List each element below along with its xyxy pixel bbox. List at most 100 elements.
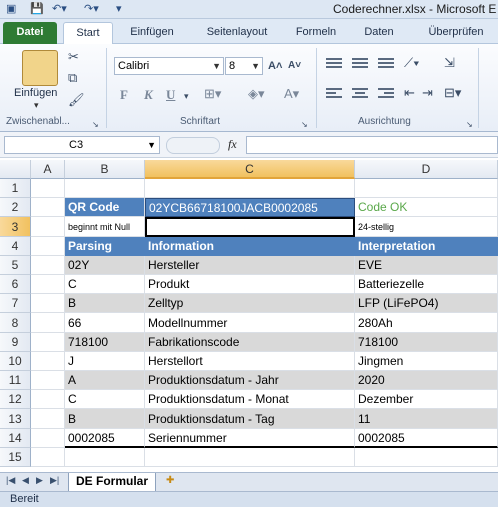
cell-b15[interactable] xyxy=(65,448,145,467)
cell-c15[interactable] xyxy=(145,448,355,467)
grow-font-icon[interactable]: A˄ xyxy=(268,59,282,73)
font-launcher-icon[interactable]: ↘ xyxy=(301,118,308,132)
select-all-corner[interactable] xyxy=(0,160,31,179)
chevron-down-icon[interactable]: ▼ xyxy=(147,137,156,153)
decrease-indent-icon[interactable]: ⇤ xyxy=(404,86,415,100)
row-header[interactable]: 14 xyxy=(0,429,31,448)
cell-c6[interactable]: Produkt xyxy=(145,275,355,294)
cell-a10[interactable] xyxy=(31,352,65,371)
row-header[interactable]: 11 xyxy=(0,371,31,390)
row-header[interactable]: 4 xyxy=(0,237,31,256)
row-header[interactable]: 12 xyxy=(0,390,31,409)
cell-b7[interactable]: B xyxy=(65,294,145,313)
cell-b3[interactable]: beginnt mit Null xyxy=(65,217,145,237)
cell-a3[interactable] xyxy=(31,217,65,237)
customize-quick-access-icon[interactable]: ▾ xyxy=(116,2,122,17)
cell-c9[interactable]: Fabrikationscode xyxy=(145,333,355,352)
tab-daten[interactable]: Daten xyxy=(356,22,402,44)
row-header[interactable]: 10 xyxy=(0,352,31,371)
cell-d5[interactable]: EVE xyxy=(355,256,498,275)
shrink-font-icon[interactable]: A˅ xyxy=(288,59,301,73)
formula-bar-expander[interactable] xyxy=(166,137,220,154)
cell-a4[interactable] xyxy=(31,237,65,256)
tab-ueberpruefen[interactable]: Überprüfen xyxy=(416,22,496,44)
name-box[interactable]: C3 ▼ xyxy=(4,136,160,154)
cell-a7[interactable] xyxy=(31,294,65,313)
cell-a5[interactable] xyxy=(31,256,65,275)
underline-button[interactable]: U xyxy=(166,87,175,103)
cell-a14[interactable] xyxy=(31,429,65,448)
cell-d4[interactable]: Interpretation xyxy=(355,237,498,256)
cell-a8[interactable] xyxy=(31,313,65,333)
align-middle-icon[interactable] xyxy=(352,58,368,70)
cell-d11[interactable]: 2020 xyxy=(355,371,498,390)
row-header[interactable]: 1 xyxy=(0,179,31,198)
font-name-combo[interactable]: Calibri ▼ xyxy=(114,57,224,75)
cell-c10[interactable]: Herstellort xyxy=(145,352,355,371)
cell-a12[interactable] xyxy=(31,390,65,409)
cell-d15[interactable] xyxy=(355,448,498,467)
cell-d13[interactable]: 11 xyxy=(355,409,498,429)
cell-a9[interactable] xyxy=(31,333,65,352)
cell-b2[interactable]: QR Code xyxy=(65,198,145,217)
font-size-combo[interactable]: 8 ▼ xyxy=(225,57,263,75)
cell-d10[interactable]: Jingmen xyxy=(355,352,498,371)
cell-d2[interactable]: Code OK xyxy=(355,198,498,217)
cell-b6[interactable]: C xyxy=(65,275,145,294)
orientation-icon[interactable]: ⟋▾ xyxy=(404,56,419,70)
row-header[interactable]: 6 xyxy=(0,275,31,294)
cell-b8[interactable]: 66 xyxy=(65,313,145,333)
row-header[interactable]: 8 xyxy=(0,313,31,333)
redo-icon[interactable]: ↷▾ xyxy=(84,2,99,17)
next-sheet-icon[interactable]: ▶ xyxy=(36,475,43,486)
cell-d7[interactable]: LFP (LiFePO4) xyxy=(355,294,498,313)
cell-b4[interactable]: Parsing xyxy=(65,237,145,256)
cell-c3[interactable] xyxy=(145,217,355,237)
undo-icon[interactable]: ↶▾ xyxy=(52,2,67,17)
column-header-b[interactable]: B xyxy=(65,160,145,179)
wrap-text-icon[interactable]: ⇲ xyxy=(444,56,455,70)
italic-button[interactable]: K xyxy=(144,87,153,103)
column-header-a[interactable]: A xyxy=(31,160,65,179)
cell-b10[interactable]: J xyxy=(65,352,145,371)
cell-b9[interactable]: 718100 xyxy=(65,333,145,352)
cell-c8[interactable]: Modellnummer xyxy=(145,313,355,333)
row-header[interactable]: 5 xyxy=(0,256,31,275)
align-top-icon[interactable] xyxy=(326,58,342,70)
fill-color-icon[interactable]: ◈▾ xyxy=(248,87,265,101)
last-sheet-icon[interactable]: ▶| xyxy=(50,475,59,486)
cell-d1[interactable] xyxy=(355,179,498,198)
align-bottom-icon[interactable] xyxy=(378,58,394,70)
cell-b1[interactable] xyxy=(65,179,145,198)
cell-b13[interactable]: B xyxy=(65,409,145,429)
cell-b12[interactable]: C xyxy=(65,390,145,409)
cell-c7[interactable]: Zelltyp xyxy=(145,294,355,313)
cell-c11[interactable]: Produktionsdatum - Jahr xyxy=(145,371,355,390)
first-sheet-icon[interactable]: |◀ xyxy=(6,475,15,486)
cell-a6[interactable] xyxy=(31,275,65,294)
row-header[interactable]: 13 xyxy=(0,409,31,429)
cell-c12[interactable]: Produktionsdatum - Monat xyxy=(145,390,355,409)
paste-dropdown-icon[interactable]: ▾ xyxy=(34,100,39,111)
cell-d6[interactable]: Batteriezelle xyxy=(355,275,498,294)
row-header[interactable]: 15 xyxy=(0,448,31,467)
row-header[interactable]: 3 xyxy=(0,217,31,237)
fx-icon[interactable]: fx xyxy=(228,137,237,152)
clipboard-launcher-icon[interactable]: ↘ xyxy=(92,118,99,132)
cell-a2[interactable] xyxy=(31,198,65,217)
save-icon[interactable]: 💾 xyxy=(30,2,44,17)
cell-d9[interactable]: 718100 xyxy=(355,333,498,352)
cell-c14[interactable]: Seriennummer xyxy=(145,429,355,448)
prev-sheet-icon[interactable]: ◀ xyxy=(22,475,29,486)
cell-d3[interactable]: 24-stellig xyxy=(355,217,498,237)
cell-b5[interactable]: 02Y xyxy=(65,256,145,275)
row-header[interactable]: 2 xyxy=(0,198,31,217)
worksheet-grid[interactable]: A B C D 1 2 QR Code 02YCB66718100JACB000208… xyxy=(0,160,498,472)
tab-einfuegen[interactable]: Einfügen xyxy=(120,22,184,44)
cell-a1[interactable] xyxy=(31,179,65,198)
cell-c2[interactable]: 02YCB66718100JACB0002085 xyxy=(145,198,355,217)
align-right-icon[interactable] xyxy=(378,88,394,100)
formula-input[interactable] xyxy=(246,136,498,154)
tab-start[interactable]: Start xyxy=(63,22,113,45)
cell-a13[interactable] xyxy=(31,409,65,429)
